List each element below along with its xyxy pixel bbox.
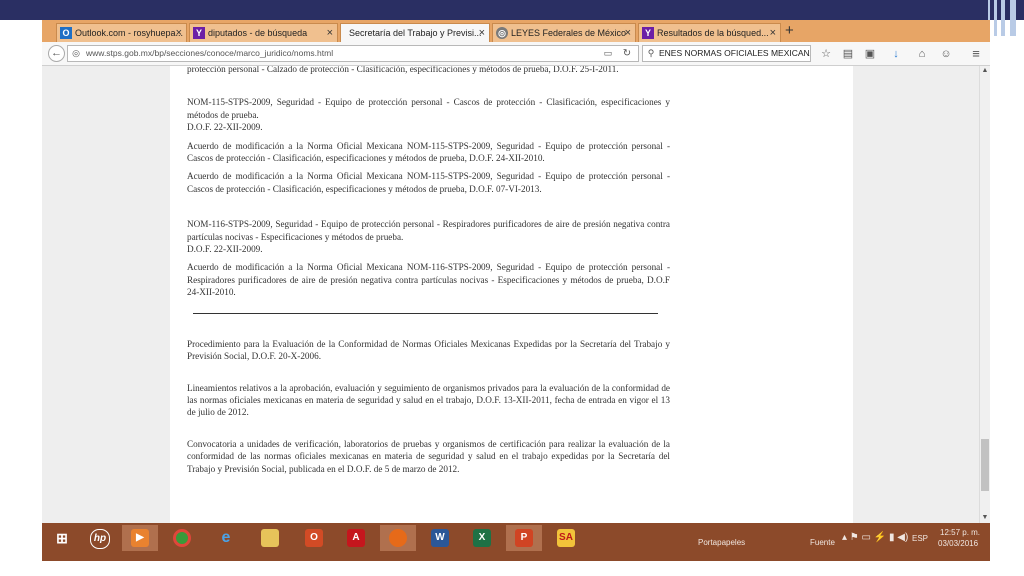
globe-icon: ◎ (72, 48, 80, 58)
windows-icon: ⊞ (56, 530, 68, 546)
tab-strip: O Outlook.com - rosyhuepa... × Y diputad… (42, 20, 990, 43)
taskbar-acrobat[interactable]: A (338, 525, 374, 551)
paragraph-procedimiento: Procedimiento para la Evaluación de la C… (187, 338, 670, 362)
tab-resultados[interactable]: Y Resultados de la búsqued... × (638, 23, 781, 42)
taskbar: ⊞ hp ▶ e O A W X P SA Portapapeles Fuent… (42, 523, 990, 553)
internet-explorer-icon: e (221, 529, 231, 546)
clock-date[interactable]: 03/03/2016 (938, 539, 978, 548)
clock-time[interactable]: 12:57 p. m. (940, 528, 980, 537)
tab-outlook[interactable]: O Outlook.com - rosyhuepa... × (56, 23, 187, 42)
tab-label: Resultados de la búsqued... (657, 28, 769, 38)
portapapeles-label: Portapapeles (698, 538, 746, 547)
acrobat-icon: A (347, 529, 365, 547)
taskbar-firefox[interactable] (380, 525, 416, 551)
tab-diputados[interactable]: Y diputados - de búsqueda × (189, 23, 338, 42)
page-content: protección personal - Calzado de protecc… (170, 66, 853, 523)
taskbar-file-explorer[interactable] (252, 525, 288, 551)
tab-secretaria[interactable]: Secretaría del Trabajo y Previsi... × (340, 23, 490, 43)
sa-app-icon: SA (557, 529, 575, 547)
paragraph-nom116-dof: D.O.F. 22-XII-2009. (187, 244, 263, 255)
menu-icon[interactable]: ≡ (968, 46, 984, 62)
language-indicator[interactable]: ESP (912, 534, 928, 543)
outlook-icon: O (60, 27, 72, 39)
taskbar-office[interactable]: O (296, 525, 332, 551)
close-icon[interactable]: × (327, 24, 333, 42)
chat-icon[interactable]: ☺ (938, 46, 954, 62)
slide-header-bar (0, 0, 1024, 20)
corner-decoration (984, 0, 1024, 40)
search-icon: ⚲ (647, 48, 655, 58)
document-text: protección personal - Calzado de protecc… (187, 66, 670, 475)
taskbar-app-sa[interactable]: SA (548, 525, 584, 551)
home-icon[interactable]: ⌂ (914, 46, 930, 62)
taskbar-powerpoint[interactable]: P (506, 525, 542, 551)
taskbar-media-player[interactable]: ▶ (122, 525, 158, 551)
scroll-up-icon[interactable]: ▲ (977, 66, 993, 76)
navigation-bar: ← ◎ www.stps.gob.mx/bp/secciones/conoce/… (42, 42, 990, 66)
paragraph-nom115-mod1: Acuerdo de modificación a la Norma Ofici… (187, 140, 670, 164)
paragraph-nom115-mod2: Acuerdo de modificación a la Norma Ofici… (187, 171, 670, 194)
close-icon[interactable]: × (770, 24, 776, 42)
paragraph-nom116: NOM-116-STPS-2009, Seguridad - Equipo de… (187, 219, 670, 242)
close-icon[interactable]: × (176, 24, 182, 42)
taskbar-excel[interactable]: X (464, 525, 500, 551)
browser-window: O Outlook.com - rosyhuepa... × Y diputad… (42, 20, 990, 523)
folder-icon (261, 529, 279, 547)
url-bar[interactable]: ◎ www.stps.gob.mx/bp/secciones/conoce/ma… (67, 45, 639, 62)
tab-label: Secretaría del Trabajo y Previsi... (349, 28, 482, 38)
url-text: www.stps.gob.mx/bp/secciones/conoce/marc… (86, 48, 334, 58)
excel-icon: X (473, 529, 491, 547)
paragraph-convocatoria: Convocatoria a unidades de verificación,… (187, 438, 670, 474)
close-icon[interactable]: × (479, 24, 485, 42)
yahoo-icon: Y (642, 27, 654, 39)
paragraph-lineamientos: Lineamientos relativos a la aprobación, … (187, 382, 670, 418)
fuente-label: Fuente (810, 538, 835, 547)
media-player-icon: ▶ (131, 529, 149, 547)
paragraph-calzado: protección personal - Calzado de protecc… (187, 66, 619, 74)
scroll-thumb[interactable] (981, 439, 989, 491)
download-icon[interactable]: ↓ (888, 46, 904, 62)
taskbar-hp[interactable]: hp (82, 525, 118, 551)
tab-leyes[interactable]: ◎ LEYES Federales de México × (492, 23, 636, 42)
office-icon: O (305, 529, 323, 547)
paragraph-nom116-mod1: Acuerdo de modificación a la Norma Ofici… (187, 262, 670, 298)
globe-icon: ◎ (496, 27, 508, 39)
close-icon[interactable]: × (625, 24, 631, 42)
page-viewport: protección personal - Calzado de protecc… (42, 66, 990, 523)
taskbar-word[interactable]: W (422, 525, 458, 551)
tab-label: Outlook.com - rosyhuepa... (75, 28, 184, 38)
scrollbar[interactable]: ▲ ▼ (979, 66, 990, 523)
tab-label: LEYES Federales de México (511, 28, 627, 38)
search-text: ENES NORMAS OFICIALES MEXICANAS → (659, 48, 810, 58)
paragraph-nom115-dof: D.O.F. 22-XII-2009. (187, 122, 263, 133)
taskbar-chrome[interactable] (164, 525, 200, 551)
tray-icons[interactable]: ▴ ⚑ ▭ ⚡ ▮ ◀) (842, 532, 908, 543)
taskbar-internet-explorer[interactable]: e (208, 525, 244, 551)
clipboard-icon[interactable]: ▤ (840, 46, 856, 62)
start-button[interactable]: ⊞ (44, 525, 80, 551)
back-icon[interactable]: ← (48, 45, 65, 62)
chrome-icon (173, 529, 191, 547)
lock-icon[interactable]: ▣ (862, 46, 878, 62)
tab-label: diputados - de búsqueda (208, 28, 308, 38)
paragraph-nom115: NOM-115-STPS-2009, Seguridad - Equipo de… (187, 97, 670, 120)
firefox-icon (389, 529, 407, 547)
divider (193, 312, 658, 314)
new-tab-button[interactable]: + (785, 22, 794, 40)
reload-icon[interactable]: ↻ (619, 46, 635, 61)
word-icon: W (431, 529, 449, 547)
scroll-down-icon[interactable]: ▼ (977, 513, 993, 523)
yahoo-icon: Y (193, 27, 205, 39)
reader-view-icon[interactable]: ▭ (600, 46, 616, 61)
hp-icon: hp (90, 529, 110, 549)
powerpoint-icon: P (515, 529, 533, 547)
taskbar-bottom-edge (42, 553, 990, 561)
search-input[interactable]: ⚲ ENES NORMAS OFICIALES MEXICANAS → (642, 45, 811, 62)
star-icon[interactable]: ☆ (818, 46, 834, 62)
